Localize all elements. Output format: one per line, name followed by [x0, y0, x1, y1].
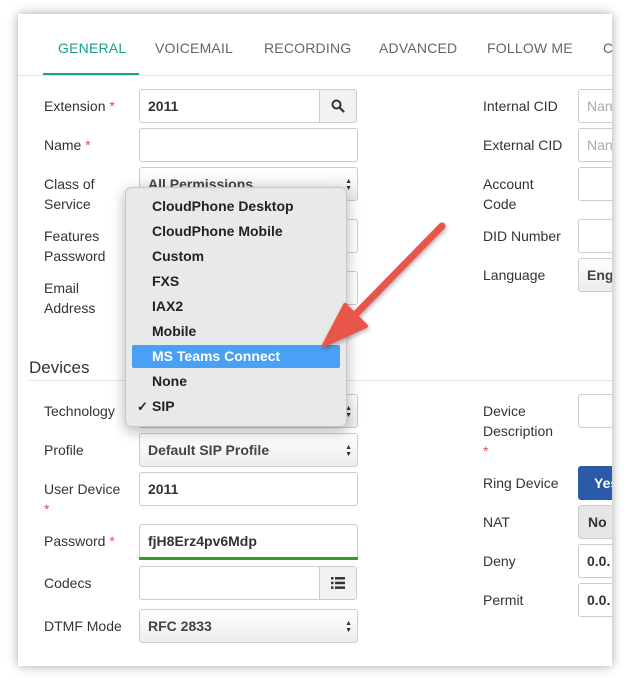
annotation-arrow-icon — [322, 222, 446, 347]
